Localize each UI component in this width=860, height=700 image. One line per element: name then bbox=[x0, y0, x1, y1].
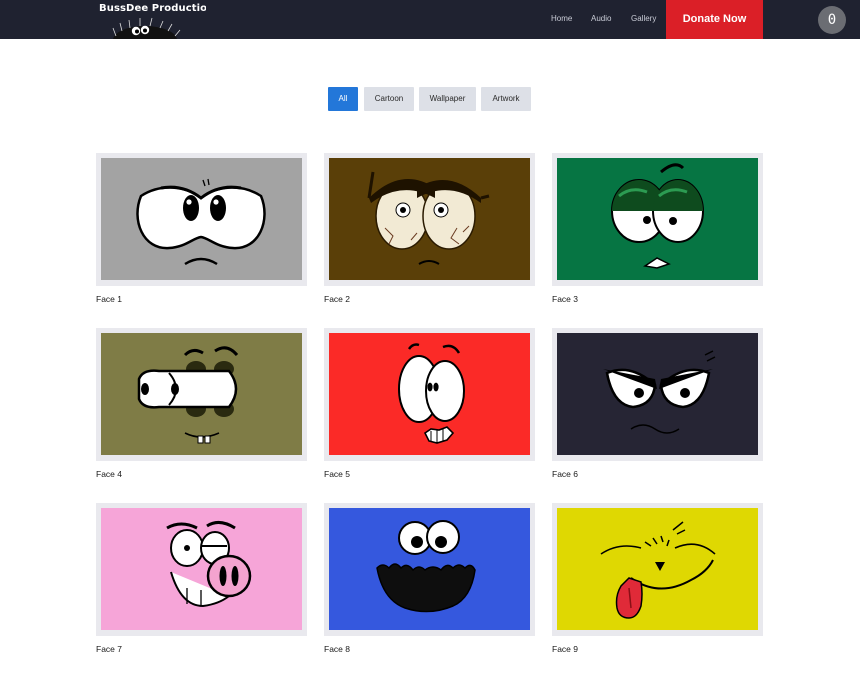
filter-artwork-button[interactable]: Artwork bbox=[481, 87, 531, 111]
gallery-card-face-7[interactable] bbox=[96, 503, 307, 636]
gallery-caption: Face 5 bbox=[324, 469, 350, 479]
nav-home-link[interactable]: Home bbox=[551, 14, 572, 23]
face-1-image bbox=[101, 158, 302, 280]
gallery-card-face-4[interactable] bbox=[96, 328, 307, 461]
gallery-card-face-8[interactable] bbox=[324, 503, 535, 636]
face-4-image bbox=[101, 333, 302, 455]
brand-name: BussDee Production bbox=[99, 3, 206, 14]
gallery-caption: Face 3 bbox=[552, 294, 578, 304]
face-6-image bbox=[557, 333, 758, 455]
nav-audio-link[interactable]: Audio bbox=[591, 14, 611, 23]
gallery-caption: Face 2 bbox=[324, 294, 350, 304]
gallery-caption: Face 1 bbox=[96, 294, 122, 304]
donate-now-button[interactable]: Donate Now bbox=[666, 0, 763, 39]
gallery-caption: Face 6 bbox=[552, 469, 578, 479]
cart-count-badge[interactable]: 0 bbox=[818, 6, 846, 34]
brand-mascot-icon bbox=[112, 17, 181, 39]
face-5-image bbox=[329, 333, 530, 455]
gallery-caption: Face 7 bbox=[96, 644, 122, 654]
nav-gallery-link[interactable]: Gallery bbox=[631, 14, 656, 23]
gallery-caption: Face 4 bbox=[96, 469, 122, 479]
face-2-image bbox=[329, 158, 530, 280]
top-navbar: BussDee Production Home Audio Gallery Do… bbox=[0, 0, 860, 39]
filter-wallpaper-button[interactable]: Wallpaper bbox=[419, 87, 476, 111]
gallery-card-face-6[interactable] bbox=[552, 328, 763, 461]
gallery-card-face-2[interactable] bbox=[324, 153, 535, 286]
filter-all-button[interactable]: All bbox=[328, 87, 358, 111]
gallery-caption: Face 8 bbox=[324, 644, 350, 654]
face-8-image bbox=[329, 508, 530, 630]
gallery-card-face-5[interactable] bbox=[324, 328, 535, 461]
gallery-caption: Face 9 bbox=[552, 644, 578, 654]
face-3-image bbox=[557, 158, 758, 280]
gallery-card-face-3[interactable] bbox=[552, 153, 763, 286]
face-9-image bbox=[557, 508, 758, 630]
filter-cartoon-button[interactable]: Cartoon bbox=[364, 87, 414, 111]
gallery-card-face-9[interactable] bbox=[552, 503, 763, 636]
brand-logo[interactable]: BussDee Production bbox=[96, 0, 206, 39]
gallery-card-face-1[interactable] bbox=[96, 153, 307, 286]
face-7-image bbox=[101, 508, 302, 630]
